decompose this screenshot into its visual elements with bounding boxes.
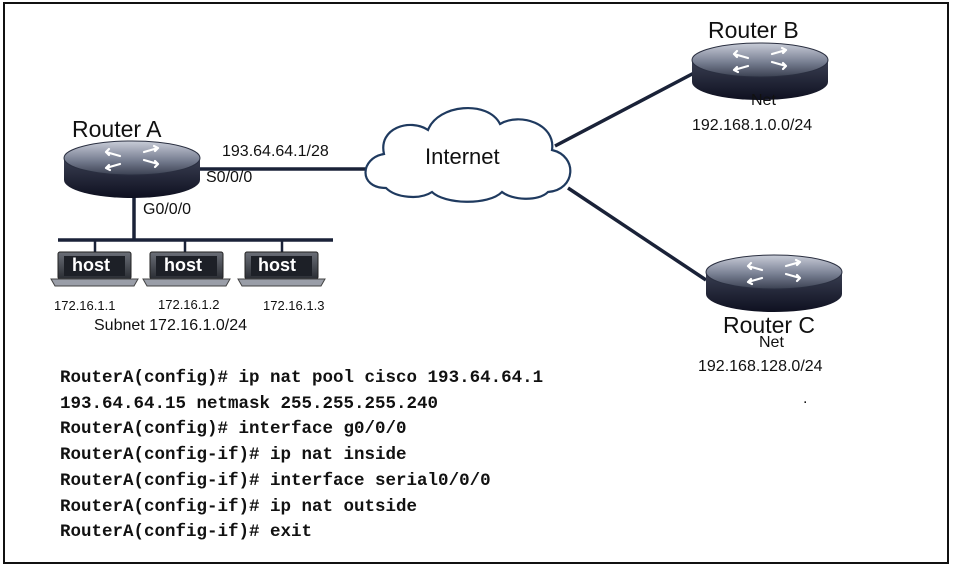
router-b-network: 192.168.1.0.0/24 <box>692 117 813 134</box>
cli-line: RouterA(config-if)# exit <box>60 522 313 543</box>
host-2-label: host <box>164 255 202 275</box>
router-a-gig-iface: G0/0/0 <box>143 201 192 218</box>
router-c-network: 192.168.128.0/24 <box>698 358 823 375</box>
cli-line: RouterA(config-if)# interface serial0/0/… <box>60 470 491 491</box>
router-c-net-label: Net <box>759 334 784 351</box>
cli-line: RouterA(config-if)# ip nat inside <box>60 445 407 466</box>
router-b-label: Router B <box>708 17 799 43</box>
host-2-ip: 172.16.1.2 <box>158 297 220 312</box>
host-drops <box>93 240 284 252</box>
link-internet-routerc <box>567 186 707 282</box>
link-internet-routerb <box>554 71 695 148</box>
host-1-label: host <box>72 255 110 275</box>
router-b-net-label: Net <box>751 92 776 109</box>
router-c-icon <box>704 254 844 314</box>
subnet-label: Subnet 172.16.1.0/24 <box>94 317 248 334</box>
router-a-icon <box>62 140 202 200</box>
cli-line: RouterA(config)# interface g0/0/0 <box>60 419 407 440</box>
cli-line: RouterA(config-if)# ip nat outside <box>60 496 418 517</box>
stray-dot: . <box>803 390 808 407</box>
cli-line: 193.64.64.15 netmask 255.255.255.240 <box>60 393 439 414</box>
internet-label: Internet <box>425 144 500 169</box>
cli-line: RouterA(config)# ip nat pool cisco 193.6… <box>60 368 544 388</box>
router-a-wan-ip: 193.64.64.1/28 <box>222 143 329 160</box>
host-3-ip: 172.16.1.3 <box>263 298 325 313</box>
host-1-ip: 172.16.1.1 <box>54 298 116 313</box>
router-a-serial-iface: S0/0/0 <box>206 169 253 186</box>
cli-config-block: RouterA(config)# ip nat pool cisco 193.6… <box>60 366 543 546</box>
router-a-label: Router A <box>72 116 162 142</box>
host-3-label: host <box>258 255 296 275</box>
network-diagram: host host host Router A 193.64.64.1/28 S… <box>0 0 956 570</box>
